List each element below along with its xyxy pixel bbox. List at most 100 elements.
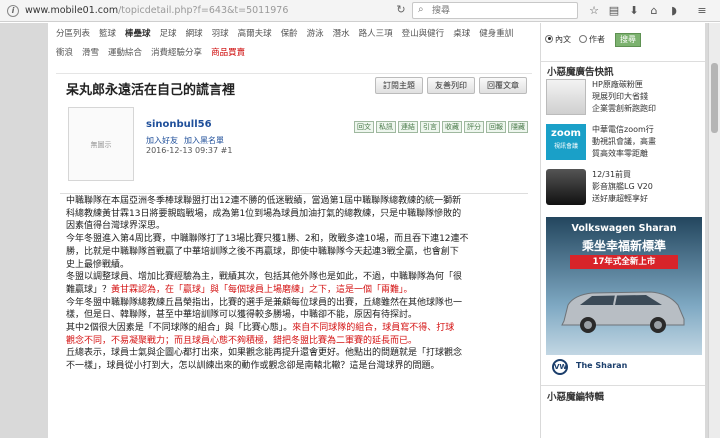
divider <box>56 73 532 74</box>
forum-search-button[interactable]: 搜尋 <box>615 33 641 47</box>
category-link[interactable]: 登山與健行 <box>402 28 445 41</box>
radio-content[interactable]: 內文 <box>545 34 571 46</box>
category-link[interactable]: 足球 <box>160 28 177 41</box>
news-item[interactable]: 12/31前買 影音旗艦LG V20 送好康超輕享好 <box>546 167 701 207</box>
news-line: 送好康超輕享好 <box>592 194 648 203</box>
news-item[interactable]: HP原廠碳粉匣 現展列印大省錢 企業雲創新跑跑印 <box>546 77 701 117</box>
content-line: 丘總表示，球員士氣與企圖心都打出來，如果觀念能再提升還會更好。他點出的問題就是「… <box>66 347 528 360</box>
news-line: 影音旗艦LG V20 <box>592 182 653 191</box>
content-line: 今年冬盟中職聯隊總教練丘昌榮指出，比賽的選手是兼顧每位球員的出賽，丘總雖然在其他… <box>66 297 528 310</box>
message-button[interactable]: 私訊 <box>376 121 396 133</box>
radio-label: 作者 <box>589 35 605 44</box>
avatar[interactable]: 無圖示 <box>68 107 134 181</box>
reply-post-button[interactable]: 回文 <box>354 121 374 133</box>
content-text: 今年冬盟進入第4周比賽，中職聯隊打了13場比賽只獲1勝、2和，敗戰多達10場，而… <box>66 234 469 245</box>
printer-thumbnail <box>546 79 586 115</box>
content-line: 難贏球」？黃甘霖認為，在「贏球」與「每個球員上場磨練」之下，這是一個「兩難」。 <box>66 284 528 297</box>
category-link[interactable]: 桌球 <box>453 28 470 41</box>
browser-search-input[interactable] <box>432 4 572 17</box>
scrollbar-thumb[interactable] <box>711 63 718 133</box>
pocket-icon[interactable]: ◗ <box>666 3 682 19</box>
link-button[interactable]: 連結 <box>398 121 418 133</box>
category-link[interactable]: 路人三項 <box>359 28 393 41</box>
category-link-marketplace[interactable]: 商品買賣 <box>211 47 245 60</box>
content-text: 冬盟以調整球員、增加比賽經驗為主，戰績其次，包括其他外隊也是如此，不過，中職聯隊… <box>66 272 463 283</box>
subscribe-button[interactable]: 訂閱主題 <box>375 77 423 94</box>
category-row-1: 分區列表 籃球 棒壘球 足球 網球 羽球 高爾夫球 保齡 游泳 潛水 路人三項 登山與健行 桌球 健身重訓 <box>56 28 522 41</box>
main-column: 分區列表 籃球 棒壘球 足球 網球 羽球 高爾夫球 保齡 游泳 潛水 路人三項 登山與健行 桌球 健身重訓… <box>48 23 540 438</box>
username-link[interactable]: sinonbull56 <box>146 119 212 130</box>
divider <box>60 193 528 194</box>
post-content: 中職聯隊在本屆亞洲冬季棒球聯盟打出12連不勝的低迷戰績，當過第1屆中職聯隊總教練… <box>66 195 528 373</box>
user-links: 加入好友 加入黑名單 <box>146 135 230 146</box>
search-icon: ⌕ <box>418 4 424 15</box>
content-line: 樣，但是日、韓聯隊，甚至中華培訓隊可以獲得較多勝場，中職卻不能，原因有待探討。 <box>66 309 528 322</box>
news-text: HP原廠碳粉匣 現展列印大省錢 企業雲創新跑跑印 <box>592 79 702 115</box>
menu-icon[interactable]: ≡ <box>694 3 710 19</box>
news-text: 12/31前買 影音旗艦LG V20 送好康超輕享好 <box>592 169 702 205</box>
volkswagen-ad-banner[interactable]: Volkswagen Sharan 乘坐幸福新標準 17年式全新上市 VW Th… <box>546 217 702 379</box>
category-link-active[interactable]: 棒壘球 <box>125 28 151 41</box>
bookmarks-list-icon[interactable]: ▤ <box>606 3 622 19</box>
sidebar: 內文 作者 搜尋 小惡魔廣告快訊 HP原廠碳粉匣 現展列印大省錢 企業雲創新跑跑印 … <box>541 23 705 438</box>
add-blacklist-link[interactable]: 加入黑名單 <box>184 136 224 145</box>
category-link[interactable]: 潛水 <box>333 28 350 41</box>
news-line: 中華電信zoom行 <box>592 125 654 134</box>
category-link[interactable]: 消費經驗分享 <box>151 47 202 60</box>
content-text: 丘總表示，球員士氣與企圖心都打出來，如果觀念能再提升還會更好。他點出的問題就是「… <box>66 348 463 359</box>
category-link[interactable]: 運動綜合 <box>108 47 142 60</box>
content-text: 今年冬盟中職聯隊總教練丘昌榮指出，比賽的選手是兼顧每位球員的出賽，丘總雖然在其他… <box>66 297 463 308</box>
category-link[interactable]: 高爾夫球 <box>238 28 272 41</box>
address-bar[interactable]: www.mobile01.com/topicdetail.php?f=643&t… <box>25 4 325 18</box>
page-scrollbar[interactable] <box>708 23 720 438</box>
post-header: 無圖示 sinonbull56 加入好友 加入黑名單 2016-12-13 09:… <box>64 103 530 207</box>
category-link[interactable]: 滑雪 <box>82 47 99 60</box>
ad-model-name: The Sharan <box>576 361 628 370</box>
category-link[interactable]: 分區列表 <box>56 28 90 41</box>
home-icon[interactable]: ⌂ <box>646 3 662 19</box>
ads-heading: 小惡魔廣告快訊 <box>547 67 614 78</box>
zoom-brand: zoom <box>551 128 581 139</box>
category-row-2: 衝浪 滑雪 運動綜合 消費經驗分享 商品買賣 <box>56 47 254 60</box>
quote-button[interactable]: 引言 <box>420 121 440 133</box>
reply-button[interactable]: 回覆文章 <box>479 77 527 94</box>
hide-button[interactable]: 隱藏 <box>508 121 528 133</box>
content-text: 科總教練黃甘霖13日將要親臨戰場，成為第1位到場為球員加油打氣的總教練，只是中職… <box>66 208 462 219</box>
category-link[interactable]: 保齡 <box>281 28 298 41</box>
post-meta: 2016-12-13 09:37 #1 <box>146 146 232 155</box>
category-link[interactable]: 健身重訓 <box>479 28 513 41</box>
reload-icon[interactable]: ↻ <box>394 3 408 17</box>
category-link[interactable]: 羽球 <box>212 28 229 41</box>
content-text: 不一樣」，球員從小打到大，怎以訓練出來的動作或觀念卻是南轅北轍？這是台灣球界的問… <box>66 361 440 372</box>
content-text: 樣，但是日、韓聯隊，甚至中華培訓隊可以獲得較多勝場，中職卻不能，原因有待探討。 <box>66 310 418 321</box>
ad-promo: 17年式全新上市 <box>570 255 678 269</box>
radio-author[interactable]: 作者 <box>579 34 605 46</box>
rate-button[interactable]: 評分 <box>464 121 484 133</box>
favorite-button[interactable]: 收藏 <box>442 121 462 133</box>
add-friend-link[interactable]: 加入好友 <box>146 136 178 145</box>
highlighted-text: 觀念不同，不易凝聚戰力；而且球員心態不夠積極，錯把冬盟比賽為二軍賽的延長而已。 <box>66 335 418 346</box>
ad-headline: 乘坐幸福新標準 <box>581 239 666 253</box>
post-floor: #1 <box>220 146 233 155</box>
content-line: 中職聯隊在本屆亞洲冬季棒球聯盟打出12連不勝的低迷戰績，當過第1屆中職聯隊總教練… <box>66 195 528 208</box>
browser-search-box[interactable]: ⌕ <box>412 2 578 19</box>
category-link[interactable]: 籃球 <box>99 28 116 41</box>
category-link[interactable]: 游泳 <box>307 28 324 41</box>
page-viewport: 分區列表 籃球 棒壘球 足球 網球 羽球 高爾夫球 保齡 游泳 潛水 路人三項 登山與健行 桌球 健身重訓… <box>0 23 720 438</box>
download-icon[interactable]: ⬇ <box>626 3 642 19</box>
report-button[interactable]: 回報 <box>486 121 506 133</box>
vw-logo-icon: VW <box>552 359 568 375</box>
news-item[interactable]: zoom 視訊會議 中華電信zoom行 動視訊會議，高畫 質高效率零距離 <box>546 122 701 162</box>
zoom-logo: zoom 視訊會議 <box>546 124 586 160</box>
content-text: 其中2個很大因素是「不同球隊的組合」與「比賽心態」。 <box>66 323 293 334</box>
site-info-icon[interactable]: i <box>7 5 19 17</box>
category-link[interactable]: 網球 <box>186 28 203 41</box>
news-line: 動視訊會議，高畫 <box>592 137 656 146</box>
bookmark-star-icon[interactable]: ☆ <box>586 3 602 19</box>
news-line: HP原廠碳粉匣 <box>592 80 643 89</box>
browser-toolbar: i www.mobile01.com/topicdetail.php?f=643… <box>0 0 720 22</box>
print-button[interactable]: 友善列印 <box>427 77 475 94</box>
category-link[interactable]: 衝浪 <box>56 47 73 60</box>
editor-heading: 小惡魔編特輯 <box>547 392 605 403</box>
content-line: 不一樣」，球員從小打到大，怎以訓練出來的動作或觀念卻是南轅北轍？這是台灣球界的問… <box>66 360 528 373</box>
